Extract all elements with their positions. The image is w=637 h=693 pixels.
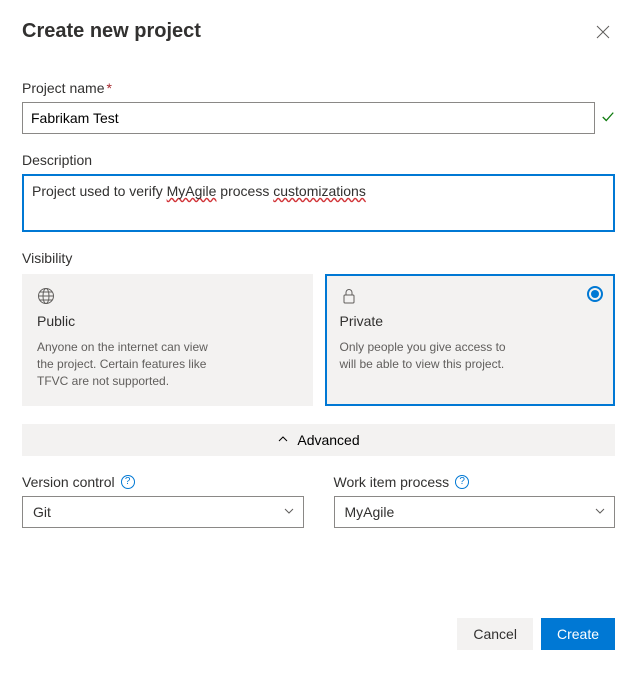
description-label: Description [22,152,615,168]
cancel-button[interactable]: Cancel [457,618,533,650]
version-control-label: Version control [22,474,115,490]
project-name-label: Project name* [22,80,615,96]
required-asterisk: * [106,80,111,96]
check-icon [601,110,615,127]
globe-icon [37,287,298,305]
chevron-down-icon [283,504,295,520]
advanced-label: Advanced [297,432,359,448]
work-item-process-value: MyAgile [345,504,395,520]
version-control-select[interactable]: Git [22,496,304,528]
chevron-up-icon [277,432,289,448]
private-desc: Only people you give access to will be a… [340,339,520,373]
dialog-title: Create new project [22,20,201,43]
work-item-process-select[interactable]: MyAgile [334,496,616,528]
project-name-input[interactable] [22,102,595,134]
public-title: Public [37,313,298,329]
public-desc: Anyone on the internet can view the proj… [37,339,217,389]
visibility-public-card[interactable]: Public Anyone on the internet can view t… [22,274,313,406]
visibility-label: Visibility [22,250,615,266]
close-button[interactable] [591,20,615,44]
private-title: Private [340,313,601,329]
visibility-private-card[interactable]: Private Only people you give access to w… [325,274,616,406]
lock-icon [340,287,601,305]
help-icon[interactable]: ? [455,475,469,489]
help-icon[interactable]: ? [121,475,135,489]
label-text: Project name [22,80,104,96]
version-control-value: Git [33,504,51,520]
radio-selected-icon [587,286,603,302]
work-item-process-label: Work item process [334,474,450,490]
create-button[interactable]: Create [541,618,615,650]
close-icon [595,24,611,40]
chevron-down-icon [594,504,606,520]
description-input[interactable]: Project used to verify MyAgile process c… [22,174,615,232]
advanced-toggle[interactable]: Advanced [22,424,615,456]
